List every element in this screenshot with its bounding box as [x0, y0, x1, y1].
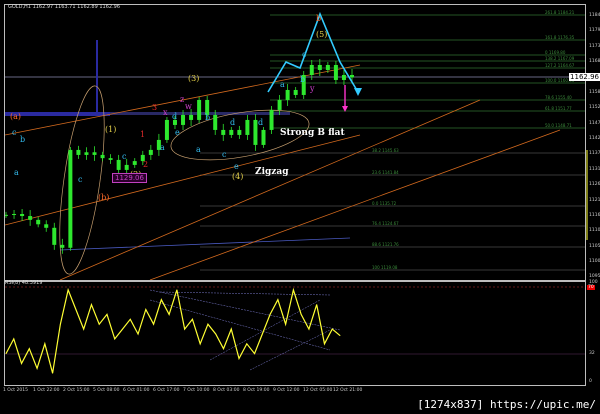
time-axis-label: 7 Oct 10:00 [183, 388, 210, 393]
time-axis-label: 1 Oct 2015 [3, 388, 28, 393]
time-axis-label: 8 Oct 19:00 [243, 388, 270, 393]
wave-label: (b) [98, 193, 110, 202]
rsi-axis-bottom: 0 [589, 379, 592, 384]
wave-label: (5) [316, 30, 328, 39]
fibonacci-level-label: 138.2 1167.09 [545, 56, 575, 61]
price-axis-label: 1142.21 [589, 136, 600, 141]
time-axis-label: 12 Oct 05:00 [303, 388, 333, 393]
wave-label: b [20, 135, 26, 144]
time-axis-label: 6 Oct 01:00 [123, 388, 150, 393]
time-axis-label: 9 Oct 12:00 [273, 388, 300, 393]
wave-label: c [78, 175, 83, 184]
price-axis-label: 1184.21 [589, 13, 600, 18]
price-axis-label: 1158.06 [589, 90, 600, 95]
time-axis-label: 6 Oct 17:00 [153, 388, 180, 393]
rsi-axis-level-red: 70 [587, 285, 595, 290]
wave-label: c [12, 128, 17, 137]
rsi-title: RSI(8) 48.3919 [5, 280, 43, 286]
fibonacci-level-label: 161.8 1176.35 [545, 35, 575, 40]
price-axis-label: 1126.56 [589, 182, 600, 187]
wave-label: c [302, 50, 307, 59]
wave-label: a [196, 145, 201, 154]
time-axis-label: 8 Oct 03:00 [213, 388, 240, 393]
wave-label: x [163, 108, 168, 117]
wave-label: a [280, 80, 285, 89]
wave-label: b [205, 113, 211, 122]
wave-label: (3) [188, 74, 200, 83]
fibonacci-level-label: 261.8 1184.21 [545, 10, 575, 15]
wave-label: (a) [10, 112, 22, 121]
wave-label: b [300, 75, 306, 84]
price-axis-label: 1110.81 [589, 228, 600, 233]
fibonacci-level-label: 61.8 1151.77 [545, 106, 572, 111]
fibonacci-level-label: 0 1169.80 [545, 50, 566, 55]
time-axis-label: 1 Oct 22:00 [33, 388, 60, 393]
fibonacci-level-label: 38.2 1145.63 [372, 148, 399, 153]
wave-label: a [160, 143, 165, 152]
watermark: [1274x837] https://upic.me/ [417, 398, 596, 411]
wave-label: (4) [232, 172, 244, 181]
wave-label: c [122, 152, 127, 161]
wave-label: z [180, 95, 185, 104]
wave-label: c [222, 150, 227, 159]
price-axis-label: 1179.06 [589, 28, 600, 33]
price-axis-label: 1116.06 [589, 213, 600, 218]
price-tag: 1129.06 [112, 173, 147, 183]
wave-label: w [185, 102, 192, 111]
wave-label: b [316, 14, 322, 23]
fibonacci-level-label: 78.6 1155.40 [545, 95, 572, 100]
wave-label: e [234, 162, 239, 171]
wave-label: a [14, 168, 19, 177]
fibonacci-level-label: 0.0 1135.72 [372, 201, 397, 206]
wave-label: d [258, 118, 264, 127]
fibonacci-level-label: 88.6 1121.76 [372, 242, 399, 247]
fibonacci-level-label: 76.4 1124.67 [372, 221, 399, 226]
wave-label: y [310, 84, 315, 93]
main-pane [4, 4, 586, 282]
wave-label: 3 [152, 103, 158, 112]
price-axis-label: 1131.81 [589, 167, 600, 172]
fibonacci-level-label: 23.6 1141.84 [372, 170, 399, 175]
price-axis-label: 1105.56 [589, 244, 600, 249]
wave-label: (1) [105, 125, 117, 134]
wave-label: d [230, 118, 236, 127]
price-axis-label: 1095.06 [589, 274, 600, 279]
price-axis-label: 1100.21 [589, 259, 600, 264]
rsi-pane [4, 280, 586, 386]
wave-label: d [172, 112, 178, 121]
price-axis-label: 1147.56 [589, 121, 600, 126]
zigzag-note: Zigzag [255, 167, 289, 177]
time-axis-label: 12 Oct 21:00 [333, 388, 363, 393]
price-axis-label: 1152.81 [589, 105, 600, 110]
price-axis-label: 1173.81 [589, 44, 600, 49]
fibonacci-level-label: 127.2 1164.67 [545, 63, 575, 68]
rsi-axis-mid: 32 [589, 351, 595, 356]
wave-label: e [175, 128, 180, 137]
wave-label: 2 [143, 160, 149, 169]
price-axis-label: 1168.56 [589, 59, 600, 64]
current-price-label: 1162.96 [569, 73, 600, 81]
time-axis-label: 5 Oct 08:00 [93, 388, 120, 393]
time-axis-label: 2 Oct 15:00 [63, 388, 90, 393]
chart-title: GOLD,H1 1162.97 1163.71 1162.89 1162.96 [8, 4, 121, 10]
price-axis-label: 1137.06 [589, 151, 600, 156]
fibonacci-level-label: 100 1119.08 [372, 265, 398, 270]
fibonacci-level-label: 50.0 1148.71 [545, 123, 572, 128]
strong-b-flat-note: Strong B flat [280, 128, 345, 138]
wave-label: 1 [140, 130, 146, 139]
price-axis-label: 1121.21 [589, 198, 600, 203]
